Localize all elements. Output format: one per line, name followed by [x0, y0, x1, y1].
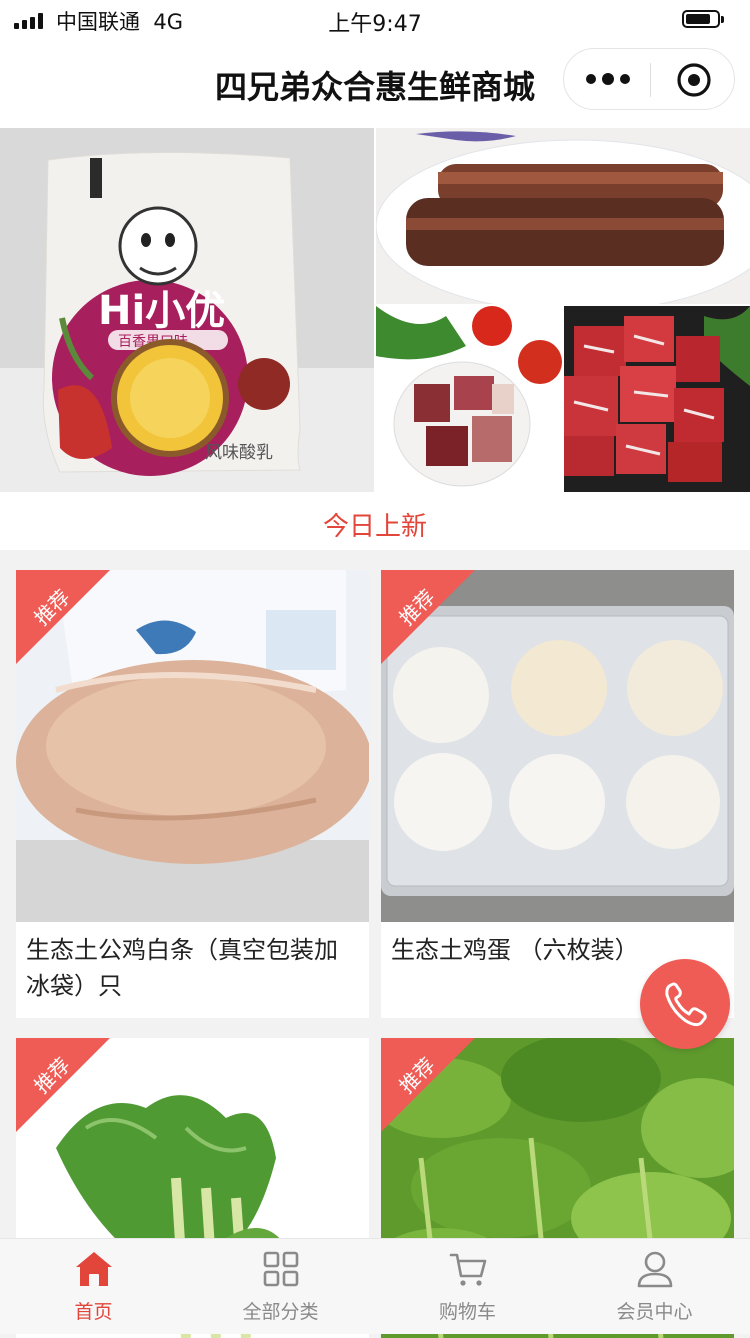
tab-label: 会员中心: [616, 1301, 693, 1323]
more-dots-icon[interactable]: [576, 57, 640, 101]
status-bar: 中国联通 4G 上午9:47: [0, 0, 750, 40]
yogurt-package-image[interactable]: Hi小优 百香果口味 风味酸乳: [0, 128, 374, 492]
battery-icon: [682, 10, 726, 30]
section-title: 今日上新: [322, 512, 427, 542]
tab-bar: 首页 全部分类 购物车 会员中心: [0, 1238, 750, 1334]
svg-text:风味酸乳: 风味酸乳: [205, 443, 273, 463]
miniprogram-close-icon[interactable]: [676, 62, 712, 98]
cured-pork-image[interactable]: [376, 128, 750, 304]
beef-cubes-image[interactable]: [564, 306, 750, 492]
miniprogram-capsule: [563, 48, 735, 110]
tab-label: 购物车: [438, 1301, 496, 1323]
capsule-divider: [650, 63, 651, 97]
tab-categories[interactable]: 全部分类: [187, 1239, 374, 1335]
phone-call-button[interactable]: [640, 959, 730, 1049]
section-new-today: 今日上新: [0, 492, 750, 550]
tab-label: 全部分类: [242, 1301, 319, 1323]
grid-icon: [263, 1251, 299, 1287]
banner: Hi小优 百香果口味 风味酸乳: [0, 128, 750, 492]
tab-label: 首页: [74, 1301, 113, 1323]
page-title: 四兄弟众合惠生鲜商城: [214, 68, 535, 106]
cured-meat-plate-image[interactable]: [376, 306, 562, 492]
svg-text:Hi小优: Hi小优: [98, 288, 225, 334]
status-time: 上午9:47: [328, 12, 422, 37]
tab-member[interactable]: 会员中心: [561, 1239, 748, 1335]
user-icon: [637, 1251, 673, 1288]
product-card[interactable]: 推荐 生态土鸡蛋 （六枚装）: [381, 570, 734, 1018]
tab-cart[interactable]: 购物车: [374, 1239, 561, 1335]
phone-icon: [665, 982, 707, 1027]
product-name: 生态土公鸡白条（真空包装加冰袋）只: [26, 936, 338, 1000]
nav-bar: 四兄弟众合惠生鲜商城: [0, 40, 750, 128]
tab-home[interactable]: 首页: [0, 1239, 187, 1335]
cart-icon: [449, 1253, 487, 1286]
home-icon: [76, 1252, 112, 1286]
product-card[interactable]: 推荐 生态土公鸡白条（真空包装加冰袋）只: [16, 570, 369, 1018]
